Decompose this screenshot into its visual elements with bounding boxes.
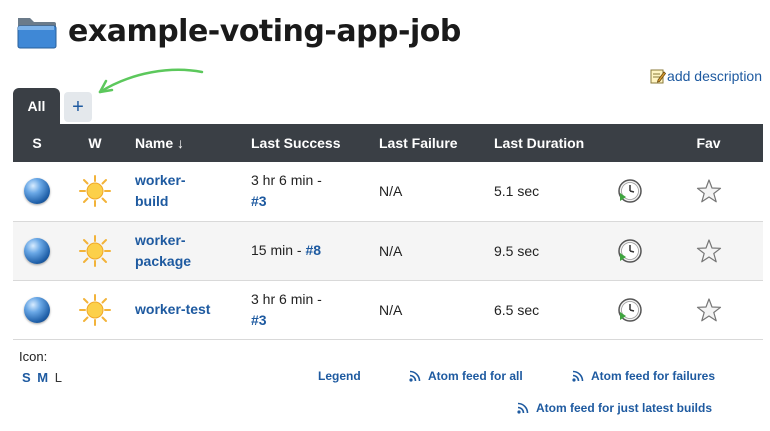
tab-all[interactable]: All — [13, 88, 60, 124]
table-row: worker-test 3 hr 6 min - #3 N/A 6.5 sec — [13, 280, 763, 340]
table-header-row: S W Name ↓ Last Success Last Failure Las… — [13, 124, 763, 162]
table-row: worker-build 3 hr 6 min - #3 N/A 5.1 sec — [13, 162, 763, 222]
column-header-weather[interactable]: W — [61, 124, 129, 162]
column-header-build-action — [606, 124, 654, 162]
sunny-weather-icon — [79, 175, 111, 208]
table-row: worker-package 15 min - #8 N/A 9.5 sec — [13, 221, 763, 281]
icon-size-selector: S M L — [22, 370, 62, 385]
last-failure-cell: N/A — [373, 221, 488, 281]
page-header: example-voting-app-job — [16, 12, 461, 50]
column-header-fav[interactable]: Fav — [654, 124, 763, 162]
build-link[interactable]: #3 — [251, 193, 267, 209]
sunny-weather-icon — [79, 234, 111, 267]
last-duration-cell: 9.5 sec — [488, 221, 606, 281]
legend-link[interactable]: Legend — [318, 369, 361, 383]
edit-note-icon — [650, 69, 667, 84]
favorite-star-icon[interactable] — [696, 297, 722, 323]
icon-size-label: Icon: — [19, 349, 48, 364]
rss-icon — [409, 370, 421, 382]
job-link-worker-build[interactable]: worker-build — [135, 170, 186, 212]
rss-icon — [517, 402, 529, 414]
annotation-arrow-icon — [98, 68, 204, 94]
last-duration-cell: 6.5 sec — [488, 280, 606, 340]
status-ball-icon — [24, 237, 50, 264]
schedule-build-icon[interactable] — [617, 297, 643, 323]
status-ball-icon — [24, 296, 50, 323]
folder-icon — [17, 18, 57, 49]
icon-size-medium[interactable]: M — [37, 370, 48, 385]
last-duration-cell: 5.1 sec — [488, 162, 606, 222]
sunny-weather-icon — [79, 293, 111, 326]
add-description-link[interactable]: add description — [650, 68, 762, 84]
job-link-worker-test[interactable]: worker-test — [135, 299, 210, 320]
add-description-label: add description — [667, 68, 762, 84]
status-ball-icon — [24, 178, 50, 205]
icon-size-small[interactable]: S — [22, 370, 31, 385]
jobs-table: S W Name ↓ Last Success Last Failure Las… — [13, 124, 763, 340]
add-view-button[interactable]: + — [64, 92, 92, 122]
view-tabs: All + — [13, 88, 92, 124]
icon-size-large: L — [54, 370, 62, 385]
rss-icon — [572, 370, 584, 382]
column-header-last-duration[interactable]: Last Duration — [488, 124, 606, 162]
column-header-status[interactable]: S — [13, 124, 61, 162]
last-failure-cell: N/A — [373, 162, 488, 222]
schedule-build-icon[interactable] — [617, 238, 643, 264]
feed-all-link[interactable]: Atom feed for all — [409, 369, 523, 383]
feed-latest-link[interactable]: Atom feed for just latest builds — [517, 401, 712, 415]
build-link[interactable]: #3 — [251, 312, 267, 328]
last-success-time: 3 hr 6 min - — [251, 172, 322, 189]
last-success-time: 3 hr 6 min - — [251, 290, 322, 307]
column-header-last-success[interactable]: Last Success — [245, 124, 373, 162]
schedule-build-icon[interactable] — [617, 178, 643, 204]
last-failure-cell: N/A — [373, 280, 488, 340]
favorite-star-icon[interactable] — [696, 178, 722, 204]
last-success-time: 15 min - — [251, 242, 302, 258]
build-link[interactable]: #8 — [305, 242, 321, 258]
column-header-name[interactable]: Name ↓ — [129, 124, 245, 162]
favorite-star-icon[interactable] — [696, 238, 722, 264]
job-link-worker-package[interactable]: worker-package — [135, 230, 191, 272]
feed-failures-link[interactable]: Atom feed for failures — [572, 369, 715, 383]
page-title: example-voting-app-job — [68, 13, 461, 49]
column-header-last-failure[interactable]: Last Failure — [373, 124, 488, 162]
